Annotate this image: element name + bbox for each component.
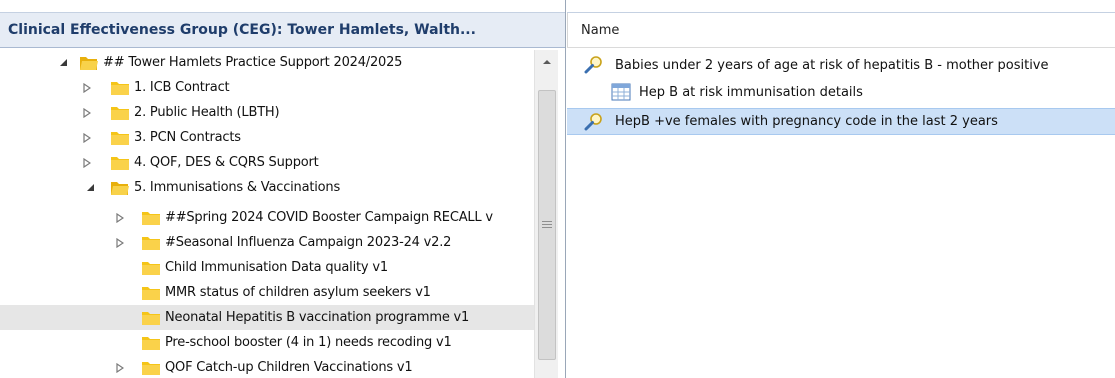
collapse-arrow-icon[interactable]: [82, 132, 92, 143]
folder-icon: [141, 335, 161, 351]
list-item-label: HepB +ve females with pregnancy code in …: [615, 114, 998, 129]
tree-item-neonatal-hepatitis-b[interactable]: Neonatal Hepatitis B vaccination program…: [0, 305, 534, 330]
folder-icon: [141, 260, 161, 276]
expand-arrow-icon[interactable]: [58, 58, 68, 68]
tree-item-label: 3. PCN Contracts: [134, 130, 241, 145]
tree-item-label: 2. Public Health (LBTH): [134, 105, 280, 120]
folder-icon: [110, 80, 130, 96]
folder-icon: [110, 105, 130, 121]
left-panel: Clinical Effectiveness Group (CEG): Towe…: [0, 0, 566, 378]
tree-item-label: ## Tower Hamlets Practice Support 2024/2…: [103, 55, 403, 70]
collapse-arrow-icon[interactable]: [115, 362, 125, 373]
collapse-arrow-icon[interactable]: [115, 212, 125, 223]
list-header: Name: [567, 12, 1115, 48]
tree-item-label: 1. ICB Contract: [134, 80, 230, 95]
list-item-label: Babies under 2 years of age at risk of h…: [615, 58, 1049, 73]
folder-icon: [141, 235, 161, 251]
folder-icon: [141, 210, 161, 226]
list-item-highlighted[interactable]: HepB +ve females with pregnancy code in …: [567, 108, 1115, 135]
report-table-icon: [611, 83, 631, 103]
collapse-arrow-icon[interactable]: [82, 82, 92, 93]
search-query-icon: [584, 112, 604, 132]
collapse-arrow-icon[interactable]: [82, 157, 92, 168]
tree-item-label: QOF Catch-up Children Vaccinations v1: [165, 360, 413, 375]
column-header-name[interactable]: Name: [567, 13, 619, 47]
tree-item-qof-catch-up[interactable]: QOF Catch-up Children Vaccinations v1: [0, 355, 534, 378]
collapse-arrow-icon[interactable]: [82, 107, 92, 118]
folder-tree: ## Tower Hamlets Practice Support 2024/2…: [0, 50, 534, 378]
tree-item-label: 5. Immunisations & Vaccinations: [134, 180, 341, 195]
list-item-label: Hep B at risk immunisation details: [639, 85, 863, 100]
left-panel-title: Clinical Effectiveness Group (CEG): Towe…: [8, 22, 476, 38]
tree-item-child-immunisation[interactable]: Child Immunisation Data quality v1: [0, 255, 534, 280]
top-strip: [0, 0, 565, 12]
tree-item-label: ##Spring 2024 COVID Booster Campaign REC…: [165, 210, 493, 225]
tree-item-label: Child Immunisation Data quality v1: [165, 260, 388, 275]
tree-item-qof-des-cqrs[interactable]: 4. QOF, DES & CQRS Support: [0, 150, 534, 175]
tree-item-spring-covid-booster[interactable]: ##Spring 2024 COVID Booster Campaign REC…: [0, 205, 534, 230]
folder-icon: [141, 310, 161, 326]
tree-item-label: #Seasonal Influenza Campaign 2023-24 v2.…: [165, 235, 452, 250]
tree-item-public-health[interactable]: 2. Public Health (LBTH): [0, 100, 534, 125]
tree-item-tower-hamlets-practice-support[interactable]: ## Tower Hamlets Practice Support 2024/2…: [0, 50, 534, 75]
tree-item-seasonal-influenza[interactable]: #Seasonal Influenza Campaign 2023-24 v2.…: [0, 230, 534, 255]
scrollbar-thumb[interactable]: [538, 90, 556, 360]
left-panel-header[interactable]: Clinical Effectiveness Group (CEG): Towe…: [0, 12, 565, 48]
folder-icon: [141, 360, 161, 376]
tree-item-mmr-status[interactable]: MMR status of children asylum seekers v1: [0, 280, 534, 305]
expand-arrow-icon[interactable]: [85, 183, 95, 193]
tree-item-label: MMR status of children asylum seekers v1: [165, 285, 431, 300]
collapse-arrow-icon[interactable]: [115, 237, 125, 248]
column-header-label: Name: [581, 22, 620, 38]
tree-item-pcn-contracts[interactable]: 3. PCN Contracts: [0, 125, 534, 150]
folder-open-icon: [110, 180, 130, 196]
tree-item-immunisations-vaccinations[interactable]: 5. Immunisations & Vaccinations: [0, 175, 534, 200]
list-item[interactable]: Babies under 2 years of age at risk of h…: [567, 52, 1115, 79]
tree-item-pre-school-booster[interactable]: Pre-school booster (4 in 1) needs recodi…: [0, 330, 534, 355]
tree-item-icb-contract[interactable]: 1. ICB Contract: [0, 75, 534, 100]
grip-icon: [542, 221, 552, 230]
vertical-scrollbar[interactable]: [534, 50, 558, 378]
tree-item-label: Neonatal Hepatitis B vaccination program…: [165, 310, 470, 325]
folder-icon: [141, 285, 161, 301]
folder-icon: [110, 130, 130, 146]
list-item[interactable]: Hep B at risk immunisation details: [567, 79, 1115, 106]
search-query-icon: [584, 55, 604, 75]
tree-item-label: Pre-school booster (4 in 1) needs recodi…: [165, 335, 452, 350]
tree-item-label: 4. QOF, DES & CQRS Support: [134, 155, 319, 170]
folder-open-icon: [79, 55, 99, 71]
scroll-up-arrow-icon[interactable]: [535, 50, 559, 74]
right-panel: Name Babies under 2 years of age at risk…: [567, 0, 1115, 378]
folder-icon: [110, 155, 130, 171]
